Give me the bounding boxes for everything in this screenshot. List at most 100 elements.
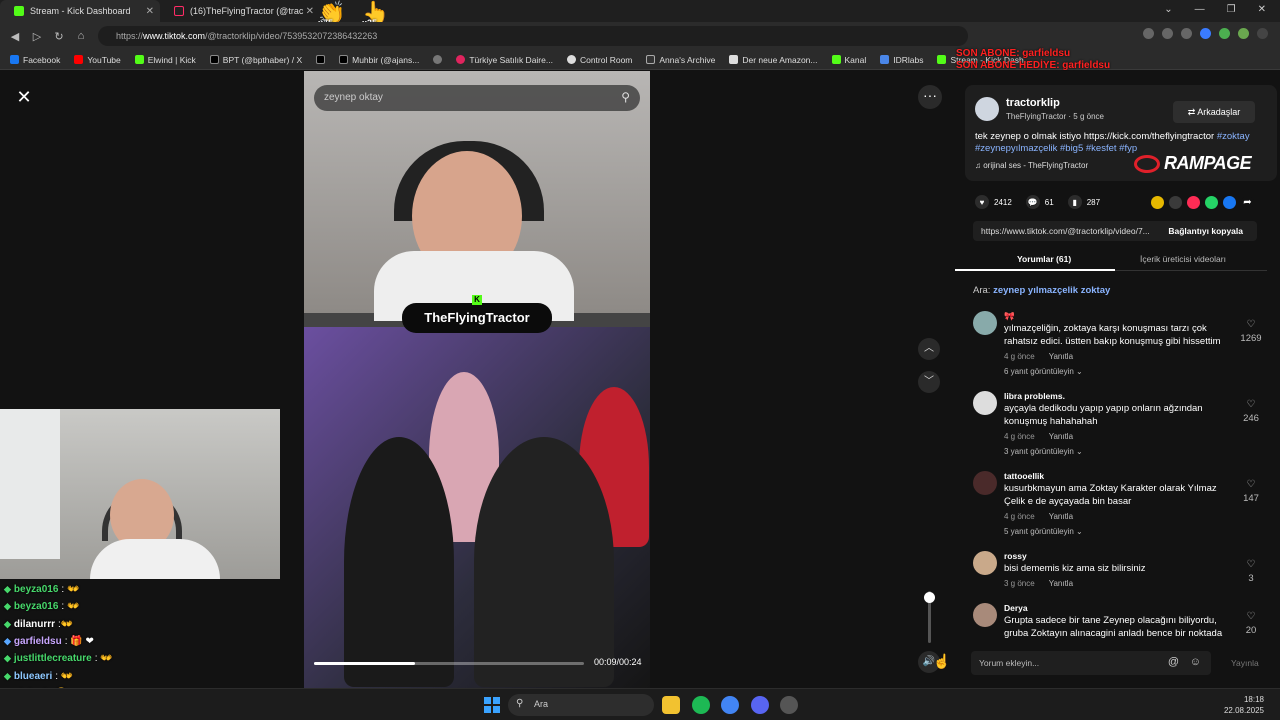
bookmark-control-room[interactable]: Control Room <box>566 55 632 65</box>
discord-icon[interactable] <box>751 696 769 714</box>
avatar[interactable] <box>973 603 997 627</box>
music-link[interactable]: ♫ orijinal ses - TheFlyingTractor <box>975 161 1088 170</box>
bookmark-elwind[interactable]: Elwind | Kick <box>134 55 196 65</box>
comment-author[interactable]: tattooellik <box>1004 471 1044 481</box>
back-icon[interactable]: ◀ <box>4 30 26 43</box>
close-window-icon[interactable]: ✕ <box>1258 4 1266 15</box>
bookmark-daire[interactable]: Türkiye Satılık Daire... <box>456 55 553 65</box>
previous-video-button[interactable]: ︿ <box>918 338 940 360</box>
bookmark-bpt[interactable]: BPT (@bpthaber) / X <box>209 55 302 65</box>
comment-author[interactable]: Derya <box>1004 603 1028 613</box>
post-username[interactable]: tractorklip <box>1006 97 1060 109</box>
comment-author[interactable]: libra problems. <box>1004 391 1065 401</box>
reload-icon[interactable]: ↻ <box>48 30 70 43</box>
emoji-icon[interactable]: ☺ <box>1190 656 1201 668</box>
heart-icon[interactable]: ♡ <box>1239 611 1263 622</box>
avatar[interactable] <box>973 311 997 335</box>
tab-kick-dashboard[interactable]: Stream - Kick Dashboard ✕ <box>0 0 160 22</box>
menu-icon[interactable] <box>1257 28 1268 39</box>
facebook-icon[interactable] <box>1223 196 1236 209</box>
home-icon[interactable]: ⌂ <box>70 30 92 42</box>
close-icon[interactable]: ✕ <box>12 85 36 109</box>
reply-button[interactable]: Yanıtla <box>1049 432 1073 441</box>
bookmark-globe[interactable] <box>433 55 443 64</box>
file-explorer-icon[interactable] <box>662 696 680 714</box>
comment-input[interactable]: Yorum ekleyin... @ ☺ <box>971 651 1211 675</box>
video-progress-bar[interactable] <box>314 662 584 665</box>
close-icon[interactable]: ✕ <box>306 6 314 17</box>
url-input[interactable]: https://www.tiktok.com/@tractorklip/vide… <box>98 26 968 46</box>
comment-button[interactable]: 💬 61 <box>1025 195 1054 209</box>
reply-button[interactable]: Yanıtla <box>1049 352 1073 361</box>
close-icon[interactable]: ✕ <box>146 6 154 17</box>
search-input[interactable]: zeynep oktay ⚲ <box>314 85 640 111</box>
next-video-button[interactable]: ﹀ <box>918 371 940 393</box>
avatar[interactable] <box>975 97 999 121</box>
coin-icon[interactable] <box>1151 196 1164 209</box>
bookmark-facebook[interactable]: Facebook <box>10 55 60 65</box>
avatar[interactable] <box>973 471 997 495</box>
bookmark-youtube[interactable]: YouTube <box>74 55 121 65</box>
windows-start-icon[interactable] <box>484 697 500 713</box>
video-player[interactable]: K TheFlyingTractor <box>304 71 650 688</box>
view-replies-button[interactable]: 6 yanıt görüntüleyin ⌄ <box>1004 367 1083 376</box>
comment-author[interactable]: rossy <box>1004 551 1027 561</box>
bookmark-annas-archive[interactable]: Anna's Archive <box>646 55 715 65</box>
send-icon[interactable] <box>1187 196 1200 209</box>
view-replies-button[interactable]: 3 yanıt görüntüleyin ⌄ <box>1004 447 1083 456</box>
chrome-icon[interactable] <box>721 696 739 714</box>
tab-creator-videos[interactable]: İçerik üreticisi videoları <box>1140 254 1226 264</box>
heart-icon[interactable]: ♡ <box>1239 479 1263 490</box>
rampage-text: RAMPAGE <box>1164 153 1252 173</box>
avatar[interactable] <box>973 391 997 415</box>
avatar[interactable] <box>973 551 997 575</box>
search-suggestion[interactable]: Ara: zeynep yılmazçelik zoktay <box>973 285 1110 296</box>
chevron-down-icon[interactable]: ⌄ <box>1164 4 1172 15</box>
badge-icon: ◆ <box>4 670 11 681</box>
like-button[interactable]: ♥ 2412 <box>975 195 1012 209</box>
bookmark-x[interactable] <box>316 55 326 64</box>
extension-icon[interactable] <box>1181 28 1192 39</box>
bookmark-amazon[interactable]: Der neue Amazon... <box>729 55 818 65</box>
more-options-icon[interactable]: ··· <box>918 85 942 109</box>
chat-message: ◆ dilanurrr:👐 <box>0 616 280 633</box>
extension-icon[interactable] <box>1200 28 1211 39</box>
x-icon <box>209 55 219 64</box>
bookmark-kanal[interactable]: Kanal <box>831 55 866 65</box>
minimize-icon[interactable]: — <box>1195 4 1205 15</box>
tab-tiktok[interactable]: (16)TheFlyingTractor (@trac ✕ <box>160 0 320 22</box>
extension-icon[interactable] <box>1143 28 1154 39</box>
video-progress-fill <box>314 662 416 665</box>
system-clock[interactable]: 18:18 22.08.2025 <box>1224 694 1264 716</box>
reply-button[interactable]: Yanıtla <box>1049 579 1073 588</box>
copy-link-button[interactable]: Bağlantıyı kopyala <box>1168 226 1243 236</box>
window-shape <box>0 409 60 559</box>
taskbar-search[interactable]: ⚲ Ara <box>508 694 654 716</box>
heart-icon[interactable]: ♡ <box>1239 399 1263 410</box>
friends-button[interactable]: ⇄ Arkadaşlar <box>1173 101 1255 123</box>
publish-button[interactable]: Yayınla <box>1231 658 1259 668</box>
maximize-icon[interactable]: ❐ <box>1227 4 1236 15</box>
heart-icon[interactable]: ♡ <box>1239 559 1263 570</box>
volume-slider-knob[interactable] <box>924 592 935 603</box>
obs-icon[interactable] <box>780 696 798 714</box>
tab-comments[interactable]: Yorumlar (61) <box>1017 254 1071 264</box>
embed-icon[interactable] <box>1169 196 1182 209</box>
heart-icon[interactable]: ♡ <box>1239 319 1263 330</box>
reply-button[interactable]: Yanıtla <box>1049 512 1073 521</box>
view-replies-button[interactable]: 5 yanıt görüntüleyin ⌄ <box>1004 527 1083 536</box>
profile-avatar[interactable] <box>1238 28 1249 39</box>
whatsapp-icon[interactable] <box>1205 196 1218 209</box>
mention-icon[interactable]: @ <box>1168 656 1179 668</box>
extension-icon[interactable] <box>1219 28 1230 39</box>
forward-icon[interactable]: ▷ <box>26 30 48 43</box>
search-icon[interactable]: ⚲ <box>621 90 630 104</box>
save-button[interactable]: ▮ 287 <box>1067 195 1100 209</box>
extension-icon[interactable] <box>1162 28 1173 39</box>
site-icon <box>456 55 466 64</box>
bookmark-muhbir[interactable]: Muhbir (@ajans... <box>339 55 419 65</box>
share-arrow-icon[interactable]: ➦ <box>1241 196 1254 209</box>
spotify-icon[interactable] <box>692 696 710 714</box>
comment-author[interactable]: 🎀 <box>1004 311 1015 322</box>
bookmark-idrlabs[interactable]: IDRlabs <box>880 55 923 65</box>
